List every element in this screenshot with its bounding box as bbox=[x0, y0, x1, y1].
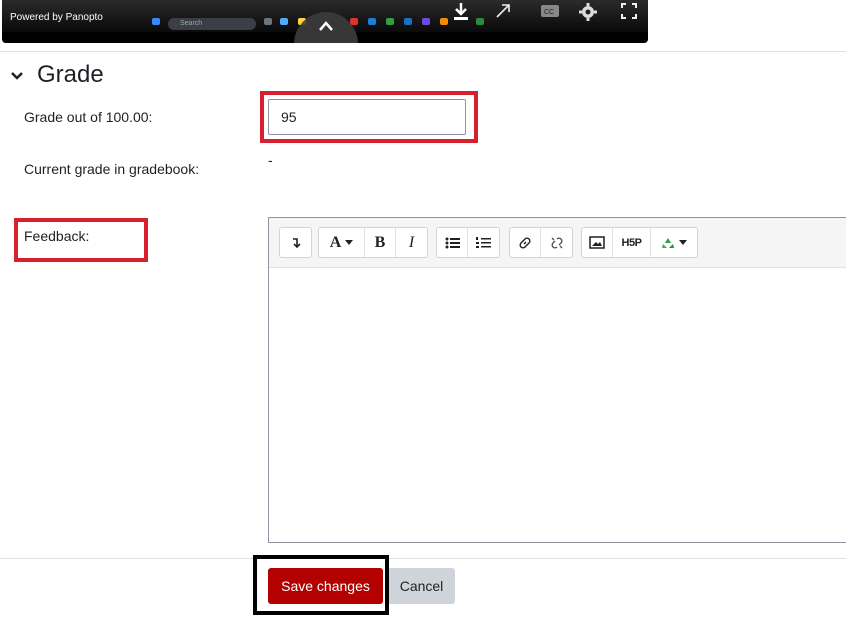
grade-highlight-box bbox=[260, 91, 478, 143]
toolbar-group-links bbox=[509, 227, 573, 258]
app-icon bbox=[368, 18, 376, 25]
current-grade-value: - bbox=[268, 152, 273, 168]
taskbar-search: Search bbox=[168, 18, 256, 30]
save-highlight-box bbox=[253, 555, 389, 615]
collapse-arrow-icon bbox=[292, 237, 301, 248]
app-icon bbox=[440, 18, 448, 25]
feedback-text-area[interactable] bbox=[269, 268, 846, 542]
popout-icon[interactable] bbox=[494, 2, 512, 25]
section-title[interactable]: Grade bbox=[37, 61, 104, 89]
unlink-icon bbox=[550, 236, 563, 249]
app-icon bbox=[404, 18, 412, 25]
image-icon bbox=[589, 236, 605, 249]
bullet-list-icon bbox=[445, 237, 460, 248]
insert-h5p-button[interactable]: H5P bbox=[613, 228, 651, 257]
toolbar-group-text: A B I bbox=[318, 227, 428, 258]
bold-label: B bbox=[374, 233, 386, 251]
numbered-list-icon bbox=[476, 236, 491, 248]
app-icon bbox=[264, 18, 272, 25]
bold-button[interactable]: B bbox=[365, 228, 396, 257]
app-icon bbox=[422, 18, 430, 25]
toolbar-group-lists bbox=[436, 227, 500, 258]
toolbar-group-media: H5P bbox=[581, 227, 698, 258]
divider bbox=[0, 51, 846, 52]
download-icon[interactable] bbox=[452, 2, 470, 27]
show-more-buttons[interactable] bbox=[280, 228, 311, 257]
feedback-editor[interactable]: A B I H5P bbox=[268, 217, 846, 543]
link-button[interactable] bbox=[510, 228, 541, 257]
windows-icon bbox=[152, 18, 160, 25]
unlink-button[interactable] bbox=[541, 228, 572, 257]
editor-toolbar: A B I H5P bbox=[269, 218, 846, 268]
recycle-icon bbox=[662, 237, 674, 248]
italic-button[interactable]: I bbox=[396, 228, 427, 257]
unordered-list-button[interactable] bbox=[437, 228, 468, 257]
current-grade-label: Current grade in gradebook: bbox=[24, 161, 200, 177]
chevron-up-icon bbox=[319, 21, 333, 31]
video-player[interactable]: Search Powered by Panopto CC bbox=[2, 0, 648, 43]
h5p-icon: H5P bbox=[621, 236, 642, 249]
app-icon bbox=[386, 18, 394, 25]
svg-text:CC: CC bbox=[544, 9, 554, 16]
app-icon bbox=[476, 18, 484, 25]
fullscreen-icon[interactable] bbox=[620, 2, 638, 25]
chevron-down-icon[interactable] bbox=[10, 69, 24, 87]
caret-down-icon bbox=[679, 239, 687, 245]
grade-label: Grade out of 100.00: bbox=[24, 109, 153, 125]
divider bbox=[0, 558, 846, 559]
ordered-list-button[interactable] bbox=[468, 228, 499, 257]
feedback-highlight-box bbox=[14, 218, 148, 262]
toolbar-group-collapse bbox=[279, 227, 312, 258]
powered-by-label: Powered by Panopto bbox=[10, 12, 103, 23]
caret-down-icon bbox=[345, 239, 354, 245]
font-style-button[interactable]: A bbox=[319, 228, 365, 257]
font-style-label: A bbox=[329, 233, 342, 251]
italic-label: I bbox=[408, 233, 415, 251]
app-icon bbox=[280, 18, 288, 25]
insert-image-button[interactable] bbox=[582, 228, 613, 257]
settings-gear-icon[interactable] bbox=[578, 2, 598, 27]
recordrtc-button[interactable] bbox=[651, 228, 697, 257]
link-icon bbox=[519, 236, 531, 249]
cancel-button[interactable]: Cancel bbox=[388, 568, 455, 604]
captions-icon[interactable]: CC bbox=[540, 4, 560, 23]
